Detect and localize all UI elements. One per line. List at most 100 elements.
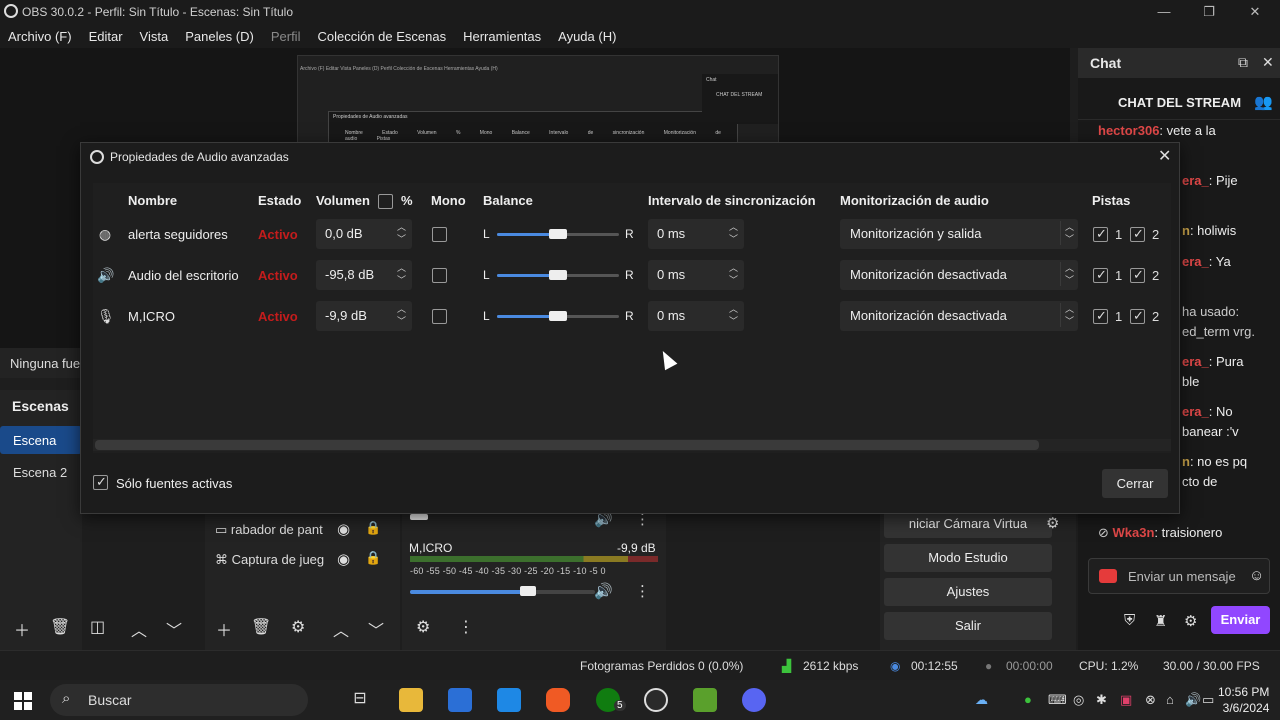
camera-icon[interactable]	[1099, 569, 1117, 583]
mail-icon[interactable]	[497, 688, 521, 712]
taskbar-search[interactable]: ⌕ Buscar	[50, 684, 308, 716]
close-window-icon[interactable]: ✕	[1245, 2, 1265, 22]
source-item[interactable]: ⌘ Captura de jueg ◉ 🔒	[215, 550, 381, 568]
filter-scene-icon[interactable]: ◫	[90, 617, 105, 637]
studio-mode-button[interactable]: Modo Estudio	[884, 544, 1052, 572]
menu-perfil[interactable]: Perfil	[271, 29, 301, 44]
sync-spinbox[interactable]: 0 ms ︿ ﹀	[648, 301, 744, 331]
brave-icon[interactable]	[546, 688, 570, 712]
menu-coleccion-escenas[interactable]: Colección de Escenas	[317, 29, 446, 44]
sync-spinbox[interactable]: 0 ms ︿ ﹀	[648, 260, 744, 290]
sync-spinbox[interactable]: 0 ms ︿ ﹀	[648, 219, 744, 249]
mixer-menu-icon[interactable]: ⋮	[458, 617, 474, 637]
menu-editar[interactable]: Editar	[89, 29, 123, 44]
virtual-camera-button[interactable]: niciar Cámara Virtua	[884, 510, 1052, 538]
add-source-icon[interactable]: ＋	[216, 617, 232, 641]
source-settings-icon[interactable]: ⚙	[291, 617, 305, 637]
obs-icon[interactable]	[644, 688, 668, 712]
mono-checkbox[interactable]	[432, 309, 447, 324]
volume-percent-checkbox[interactable]	[378, 194, 393, 209]
mono-checkbox[interactable]	[432, 268, 447, 283]
chat-message: banear :'v	[1182, 424, 1239, 439]
popout-icon[interactable]: ⧉	[1238, 54, 1248, 71]
send-button[interactable]: Enviar	[1211, 606, 1270, 634]
battery-icon[interactable]: ▭	[1202, 692, 1214, 708]
remove-scene-icon[interactable]: 🗑	[50, 617, 70, 637]
horizontal-scrollbar[interactable]	[95, 440, 1039, 450]
track2-checkbox[interactable]	[1130, 308, 1145, 324]
menu-herramientas[interactable]: Herramientas	[463, 29, 541, 44]
balance-slider[interactable]: LR	[483, 226, 634, 242]
eye-icon[interactable]: ◉	[337, 550, 350, 568]
volume-tray-icon[interactable]: 🔊	[1185, 692, 1201, 708]
restore-icon[interactable]: ❐	[1199, 2, 1219, 22]
virtual-camera-gear-icon[interactable]: ⚙	[1046, 514, 1059, 532]
mono-checkbox[interactable]	[432, 227, 447, 242]
lock-icon[interactable]: 🔒	[365, 550, 381, 566]
shield-icon[interactable]: ⛨	[1124, 612, 1135, 629]
monitor-select[interactable]: Monitorización desactivada ︿ ﹀	[840, 260, 1078, 290]
clock[interactable]: 10:56 PM 3/6/2024	[1218, 684, 1269, 716]
chat-message: era_: Pura	[1182, 354, 1244, 369]
track1-checkbox[interactable]	[1093, 308, 1108, 324]
users-icon[interactable]: 👥	[1254, 93, 1273, 111]
close-button[interactable]: Cerrar	[1102, 469, 1168, 498]
close-chat-icon[interactable]: ✕	[1262, 54, 1274, 71]
speaker-icon[interactable]: 🔊	[594, 582, 613, 600]
remove-source-icon[interactable]: 🗑	[251, 617, 271, 637]
volume-slider-knob[interactable]	[520, 586, 536, 596]
xbox-tray-icon[interactable]: ⊗	[1145, 692, 1156, 708]
add-scene-icon[interactable]: ＋	[14, 617, 30, 641]
minimize-icon[interactable]: —	[1154, 2, 1174, 22]
track1-checkbox[interactable]	[1093, 267, 1108, 283]
store-icon[interactable]	[448, 688, 472, 712]
move-up-icon[interactable]: ︿	[131, 617, 147, 641]
volume-spinbox[interactable]: 0,0 dB ︿ ﹀	[316, 219, 412, 249]
scene-item[interactable]: Escena	[0, 426, 82, 454]
app-tray-icon[interactable]: ▣	[1120, 692, 1132, 708]
volume-spinbox[interactable]: -9,9 dB ︿ ﹀	[316, 301, 412, 331]
windows-start-icon[interactable]	[14, 692, 32, 710]
file-explorer-icon[interactable]	[399, 688, 423, 712]
menu-archivo[interactable]: Archivo (F)	[8, 29, 72, 44]
menu-paneles[interactable]: Paneles (D)	[185, 29, 254, 44]
header-name: Nombre	[128, 193, 178, 208]
task-view-icon[interactable]: ⊟	[348, 688, 372, 712]
source-down-icon[interactable]: ﹀	[368, 617, 384, 641]
ime-icon[interactable]: ⌨	[1048, 692, 1067, 708]
chat-input[interactable]: Enviar un mensaje ☺	[1088, 558, 1270, 594]
balance-slider[interactable]: LR	[483, 308, 634, 324]
discord-icon[interactable]	[742, 688, 766, 712]
eye-icon[interactable]: ◉	[337, 520, 350, 538]
source-up-icon[interactable]: ︿	[333, 617, 349, 641]
scene-item[interactable]: Escena 2	[13, 465, 67, 480]
source-item[interactable]: ▭ rabador de pant ◉ 🔒	[215, 520, 381, 538]
emoji-icon[interactable]: ☺	[1249, 567, 1264, 584]
menu-ayuda[interactable]: Ayuda (H)	[558, 29, 616, 44]
monitor-select[interactable]: Monitorización y salida ︿ ﹀	[840, 219, 1078, 249]
only-active-checkbox[interactable]	[93, 474, 108, 490]
minecraft-icon[interactable]	[693, 688, 717, 712]
volume-knob[interactable]	[410, 514, 428, 520]
mixer-settings-icon[interactable]: ⚙	[416, 617, 430, 637]
menu-vista[interactable]: Vista	[140, 29, 169, 44]
gift-icon[interactable]: ♜	[1154, 612, 1167, 630]
balance-slider[interactable]: LR	[483, 267, 634, 283]
exit-button[interactable]: Salir	[884, 612, 1052, 640]
more-icon[interactable]: ⋮	[635, 582, 650, 600]
lock-icon[interactable]: 🔒	[365, 520, 381, 536]
onedrive-icon[interactable]: ☁	[975, 692, 988, 708]
network-icon[interactable]: ⌂	[1166, 692, 1174, 707]
track2-checkbox[interactable]	[1130, 226, 1145, 242]
close-dialog-icon[interactable]: ✕	[1158, 146, 1171, 166]
volume-spinbox[interactable]: -95,8 dB ︿ ﹀	[316, 260, 412, 290]
monitor-select[interactable]: Monitorización desactivada ︿ ﹀	[840, 301, 1078, 331]
vpn-icon[interactable]: ◎	[1073, 692, 1084, 708]
track2-checkbox[interactable]	[1130, 267, 1145, 283]
status-dot-icon[interactable]: ●	[1024, 692, 1032, 707]
settings-button[interactable]: Ajustes	[884, 578, 1052, 606]
track1-checkbox[interactable]	[1093, 226, 1108, 242]
gear-icon[interactable]: ⚙	[1184, 612, 1197, 630]
move-down-icon[interactable]: ﹀	[166, 617, 182, 641]
settings-tray-icon[interactable]: ✱	[1096, 692, 1107, 708]
